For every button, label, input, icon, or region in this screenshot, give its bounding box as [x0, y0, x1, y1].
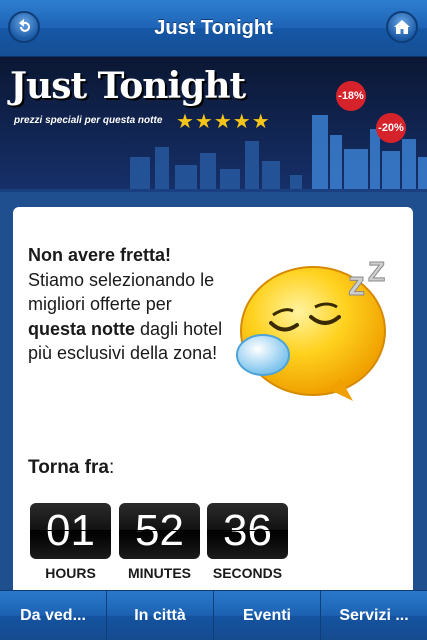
banner-subtitle: prezzi speciali per questa notte	[14, 115, 163, 126]
tab-servizi[interactable]: Servizi ...	[321, 591, 427, 640]
navigation-bar: Just Tonight	[0, 0, 427, 57]
hours-label: HOURS	[45, 565, 96, 581]
tab-in-citta[interactable]: In città	[107, 591, 214, 640]
sleeping-smiley-icon: z Z	[236, 256, 386, 401]
countdown-label: Torna fra:	[28, 457, 114, 479]
home-icon	[394, 20, 410, 34]
promo-banner: Just Tonight prezzi speciali per questa …	[0, 57, 427, 192]
tab-eventi[interactable]: Eventi	[214, 591, 321, 640]
seconds-label: SECONDS	[212, 565, 283, 581]
waiting-message: Non avere fretta! Stiamo selezionando le…	[28, 243, 223, 366]
home-button[interactable]	[386, 11, 418, 43]
tab-da-vedere[interactable]: Da ved...	[0, 591, 107, 640]
message-text: Stiamo selezionando le migliori offerte …	[28, 269, 215, 315]
message-heading: Non avere fretta!	[28, 245, 172, 265]
message-highlight: questa notte	[28, 318, 136, 339]
svg-text:z: z	[348, 265, 365, 303]
tab-bar: Da ved... In città Eventi Servizi ...	[0, 590, 427, 640]
countdown-label-colon: :	[108, 457, 115, 478]
content-card: Non avere fretta! Stiamo selezionando le…	[13, 207, 413, 607]
rating-stars: ★★★★★	[176, 111, 271, 133]
page-title: Just Tonight	[154, 17, 273, 39]
minutes-counter: 52 MINUTES	[119, 503, 200, 581]
discount-badge: -20%	[376, 113, 406, 143]
seconds-counter: 36 SECONDS	[207, 503, 288, 581]
hours-value: 01	[30, 503, 111, 559]
countdown-label-text: Torna fra	[28, 457, 109, 478]
svg-text:Z: Z	[368, 256, 385, 287]
minutes-value: 52	[119, 503, 200, 559]
seconds-value: 36	[207, 503, 288, 559]
banner-title: Just Tonight	[10, 65, 246, 107]
discount-badge: -18%	[336, 81, 366, 111]
minutes-label: MINUTES	[128, 565, 191, 581]
hours-counter: 01 HOURS	[30, 503, 111, 581]
